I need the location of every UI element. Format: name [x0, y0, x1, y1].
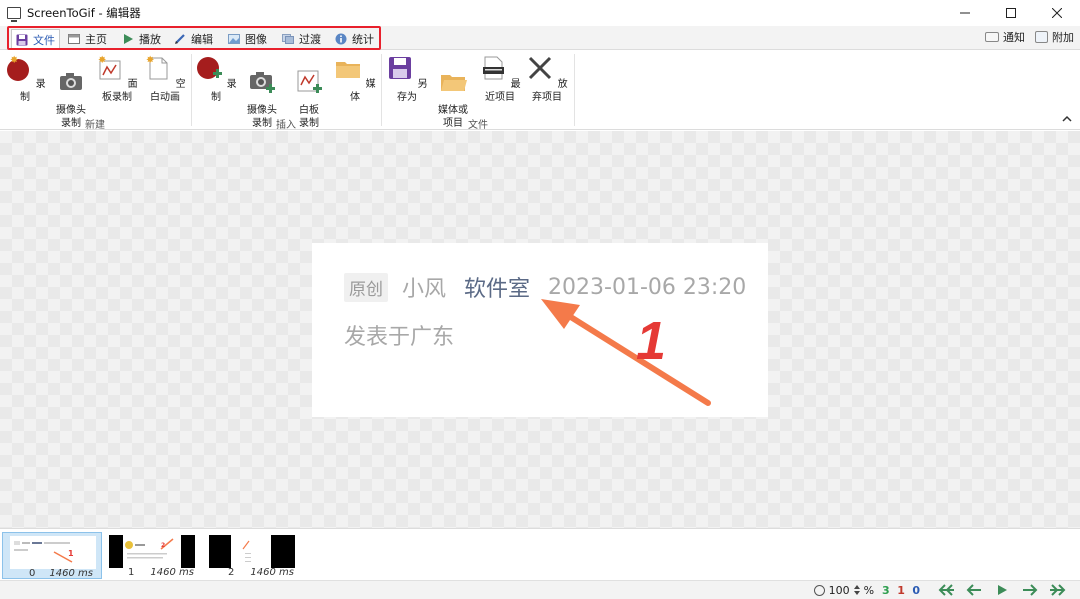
frame-count-current: 0	[912, 583, 920, 597]
zoom-value[interactable]: 100	[829, 584, 850, 597]
button-label: 面板录制	[102, 79, 138, 103]
minimize-button[interactable]	[942, 0, 988, 26]
annotation-arrow-line	[555, 306, 711, 406]
new-recording-button[interactable]: ✸ 录制	[0, 54, 50, 104]
annotation-arrowhead	[541, 299, 580, 329]
record-icon: ✸	[7, 55, 30, 81]
notify-label: 通知	[1003, 31, 1025, 44]
button-label: 录制	[20, 79, 46, 103]
frame-duration: 1460 ms	[250, 567, 294, 578]
camera-icon	[60, 73, 82, 90]
folder-icon	[336, 62, 361, 78]
group-label-new: 新建	[85, 120, 105, 131]
recent-document-icon	[483, 56, 505, 80]
button-label: 媒体	[350, 79, 376, 103]
frame-index: 0	[29, 568, 36, 579]
group-label-file: 文件	[468, 120, 488, 131]
button-label: 放弃项目	[532, 79, 568, 103]
whiteboard-add-icon	[297, 70, 322, 93]
maximize-button[interactable]	[988, 0, 1034, 26]
attach-button[interactable]: 附加	[1035, 29, 1074, 45]
svg-text:1: 1	[68, 549, 74, 558]
blank-page-icon: ✸	[146, 55, 168, 80]
status-bar: 100 % 3 1 0	[0, 580, 1080, 599]
whiteboard-icon: ✸	[98, 55, 121, 80]
group-label-insert: 插入	[276, 120, 296, 131]
collapse-ribbon-icon[interactable]	[1062, 114, 1072, 124]
play-button[interactable]	[988, 584, 1016, 596]
discard-x-icon	[529, 56, 552, 80]
camera-add-icon	[250, 72, 275, 93]
title-bar: ScreenToGif - 编辑器	[0, 0, 1080, 26]
button-label: 空白动画	[150, 79, 186, 103]
frame-count-total: 3	[882, 583, 890, 597]
notify-button[interactable]: 通知	[985, 29, 1025, 45]
frame-thumbnail-image: 2	[109, 535, 195, 568]
recent-projects-button[interactable]: 最近项目	[475, 54, 525, 104]
open-folder-icon	[441, 75, 467, 91]
annotation-arrow-overlay: 1	[541, 299, 711, 406]
save-as-button[interactable]: 另存为	[382, 54, 432, 104]
svg-text:✸: ✸	[98, 55, 106, 66]
attach-label: 附加	[1052, 31, 1074, 44]
frame-thumbnail-1[interactable]: 2 1 1460 ms	[102, 532, 202, 579]
frame-preview: 原创 小风 软件室 2023-01-06 23:20 发表于广东 1	[312, 243, 768, 417]
first-frame-button[interactable]	[932, 584, 960, 596]
svg-text:2: 2	[161, 542, 165, 549]
zoom-spinner-icon[interactable]	[853, 584, 861, 596]
button-label: 录制	[211, 79, 237, 103]
frame-duration: 1460 ms	[49, 568, 93, 579]
play-icon	[998, 585, 1007, 595]
previous-frame-button[interactable]	[960, 584, 988, 596]
zoom-unit: %	[863, 583, 875, 597]
frame-duration: 1460 ms	[150, 567, 194, 578]
frame-count-selected: 1	[897, 583, 905, 597]
button-label: 最近项目	[485, 79, 521, 103]
right-arrow-icon	[1023, 584, 1038, 596]
save-icon	[389, 57, 412, 79]
attach-icon	[1035, 31, 1048, 43]
minimize-icon	[960, 12, 970, 14]
ribbon-tab-bar: 文件 主页 播放 编辑 图像 过渡 统计	[0, 26, 1080, 50]
frame-strip: 1 0 1460 ms 2 1 1460 ms 2 1460 ms	[0, 528, 1080, 580]
frame-thumbnail-2[interactable]: 2 1460 ms	[202, 532, 302, 579]
zoom-control[interactable]: 100 %	[813, 583, 875, 597]
frame-thumbnail-image: 1	[10, 536, 96, 569]
new-board-recording-button[interactable]: ✸ 面板录制	[93, 54, 141, 104]
annotation-number: 1	[636, 311, 666, 371]
group-separator	[574, 54, 575, 126]
frame-thumbnail-0[interactable]: 1 0 1460 ms	[2, 532, 102, 579]
last-frame-button[interactable]	[1044, 584, 1072, 596]
insert-media-button[interactable]: 媒体	[330, 54, 380, 104]
window-title: ScreenToGif - 编辑器	[27, 6, 141, 20]
svg-text:✸: ✸	[10, 55, 18, 66]
editor-canvas: 原创 小风 软件室 2023-01-06 23:20 发表于广东 1	[0, 131, 1080, 528]
insert-recording-button[interactable]: 录制	[191, 54, 241, 104]
close-button[interactable]	[1034, 0, 1080, 26]
left-arrow-icon	[966, 584, 981, 596]
double-left-arrow-icon	[938, 584, 954, 596]
button-label: 另存为	[397, 79, 428, 103]
frame-index: 2	[228, 567, 235, 578]
new-blank-animation-button[interactable]: ✸ 空白动画	[140, 54, 190, 104]
maximize-icon	[1006, 8, 1016, 18]
close-icon	[1052, 8, 1062, 18]
magnifier-icon	[813, 584, 825, 596]
double-right-arrow-icon	[1050, 584, 1066, 596]
record-add-icon	[197, 57, 223, 79]
svg-text:✸: ✸	[146, 55, 154, 66]
notification-icon	[985, 32, 999, 42]
tabs-highlight-box	[7, 26, 381, 50]
ribbon-panel: ✸ 录制 摄像头 录制 ✸ 面板录制 ✸ 空白动画 新建 录制 摄像头 录制 白…	[0, 50, 1080, 131]
app-monitor-icon	[7, 7, 21, 22]
frame-thumbnail-image	[209, 535, 295, 568]
next-frame-button[interactable]	[1016, 584, 1044, 596]
discard-project-button[interactable]: 放弃项目	[522, 54, 572, 104]
frame-index: 1	[128, 567, 135, 578]
